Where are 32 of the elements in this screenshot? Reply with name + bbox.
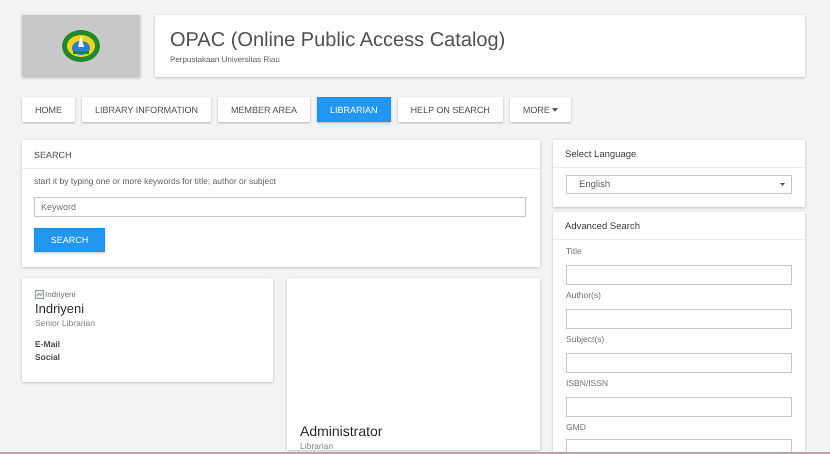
contact-label: Social bbox=[35, 351, 62, 364]
field-label: Author(s) bbox=[566, 289, 602, 302]
field-label: Title bbox=[566, 245, 583, 258]
crest-icon bbox=[61, 29, 101, 63]
search-hint: start it by typing one or more keywords for title, author or subject bbox=[34, 176, 277, 186]
nav-button[interactable]: MEMBER AREA bbox=[218, 97, 310, 122]
site-subtitle: Perpustakaan Universitas Riau bbox=[170, 55, 281, 64]
field-label: Subject(s) bbox=[566, 333, 606, 346]
nav-button[interactable]: MORE bbox=[510, 97, 571, 122]
nav-button[interactable]: HELP ON SEARCH bbox=[398, 97, 503, 122]
keyword-field[interactable]: Keyword bbox=[34, 197, 526, 217]
panel-heading: Advanced Search bbox=[553, 212, 805, 240]
panel-heading: SEARCH bbox=[22, 140, 540, 169]
language-select[interactable]: English bbox=[566, 175, 792, 194]
nav-button[interactable]: LIBRARY INFORMATION bbox=[82, 97, 212, 122]
field-label: GMD bbox=[566, 421, 587, 434]
librarian-role: Librarian bbox=[300, 441, 334, 450]
broken-image-icon bbox=[35, 290, 44, 299]
text-field[interactable] bbox=[566, 353, 792, 373]
librarian-name: Administrator bbox=[300, 423, 384, 439]
librarian-role: Senior Librarian bbox=[35, 318, 96, 328]
text-field[interactable] bbox=[566, 397, 792, 417]
text-field[interactable] bbox=[566, 265, 792, 285]
panel-heading: Select Language bbox=[553, 140, 805, 168]
site-title: OPAC (Online Public Access Catalog) bbox=[170, 29, 506, 52]
librarian-name: Indriyeni bbox=[35, 301, 86, 316]
caret-icon bbox=[780, 183, 785, 186]
image-alt-text: Indriyeni bbox=[45, 290, 76, 299]
nav-button[interactable]: HOME bbox=[22, 97, 75, 122]
text-field[interactable] bbox=[566, 309, 792, 329]
field-label: ISBN/ISSN bbox=[566, 377, 610, 390]
contact-label: E-Mail bbox=[35, 338, 62, 351]
